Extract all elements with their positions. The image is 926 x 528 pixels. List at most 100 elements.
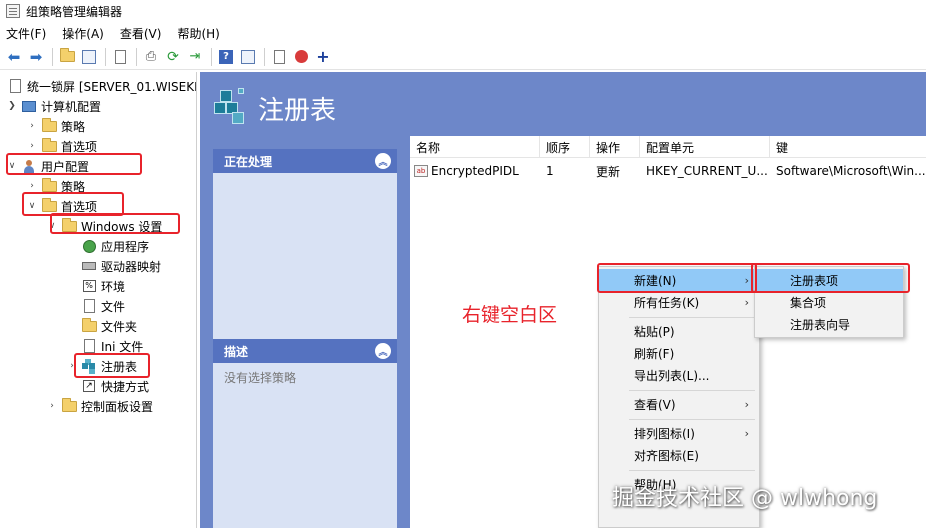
folder-icon <box>41 117 57 133</box>
window-title: 组策略管理编辑器 <box>26 4 123 19</box>
cell-name: ab EncryptedPIDL <box>410 160 540 182</box>
description-panel: 描述 ︽ 没有选择策略 <box>213 339 397 528</box>
column-key[interactable]: 键 <box>770 136 926 158</box>
column-order[interactable]: 顺序 <box>540 136 590 158</box>
tree-computer-policies[interactable]: › 策略 <box>26 116 85 136</box>
delete-button[interactable] <box>291 47 311 67</box>
menu-item-align-icons-label: 对齐图标(E) <box>634 448 699 463</box>
new-item-button[interactable] <box>269 47 289 67</box>
tree-shortcuts[interactable]: ↗ 快捷方式 <box>78 376 149 396</box>
control-panel-icon <box>61 397 77 413</box>
cell-name-text: EncryptedPIDL <box>431 164 519 178</box>
tree-computer-config-label: 计算机配置 <box>41 99 102 114</box>
tree-environment-label: 环境 <box>101 279 126 294</box>
console-tree: 统一锁屏 [SERVER_01.WISEKI ❯ 计算机配置 › 策略 › 首选… <box>0 72 197 528</box>
tree-computer-preferences-label: 首选项 <box>61 139 98 154</box>
chevron-right-icon[interactable]: › <box>26 141 38 151</box>
print-button[interactable]: ⎙ <box>141 47 161 67</box>
folder-icon <box>81 317 97 333</box>
description-text: 没有选择策略 <box>224 371 297 385</box>
cell-order: 1 <box>546 164 554 178</box>
properties-button[interactable] <box>238 47 258 67</box>
annotation-right-click-blank: 右键空白区 <box>462 304 558 326</box>
tree-drive-maps[interactable]: 驱动器映射 <box>78 256 161 276</box>
toolbar-separator <box>52 47 53 66</box>
menu-item-refresh[interactable]: 刷新(F) <box>599 342 759 364</box>
menu-item-all-tasks[interactable]: 所有任务(K) › <box>599 291 759 313</box>
menu-item-view[interactable]: 查看(V) › <box>599 393 759 415</box>
menu-separator <box>629 470 755 471</box>
export-button[interactable]: ⇥ <box>185 47 205 67</box>
cell-action: 更新 <box>596 164 621 179</box>
description-panel-title: 描述 <box>224 344 249 359</box>
chevron-right-icon[interactable]: › <box>26 181 38 191</box>
tree-applications[interactable]: 应用程序 <box>78 236 149 256</box>
column-hive[interactable]: 配置单元 <box>640 136 770 158</box>
collapse-chevron-up-icon[interactable]: ︽ <box>375 343 391 359</box>
submenu-item-registry-wizard-label: 注册表向导 <box>790 317 851 332</box>
highlight-registry <box>74 353 150 378</box>
tree-control-panel[interactable]: › 控制面板设置 <box>46 396 153 416</box>
chevron-down-icon[interactable]: ❯ <box>6 101 18 111</box>
processing-panel-header: 正在处理 ︽ <box>213 149 397 173</box>
clipboard-icon <box>114 49 126 64</box>
tree-folders[interactable]: 文件夹 <box>78 316 137 336</box>
menu-item-export-list[interactable]: 导出列表(L)... <box>599 364 759 386</box>
tree-environment[interactable]: % 环境 <box>78 276 125 296</box>
menu-separator <box>629 317 755 318</box>
menu-separator <box>629 390 755 391</box>
folder-icon <box>41 177 57 193</box>
tree-pane-icon <box>82 49 96 64</box>
menu-item-paste[interactable]: 粘贴(P) <box>599 320 759 342</box>
submenu-item-registry-wizard[interactable]: 注册表向导 <box>755 313 903 335</box>
title-bar: 组策略管理编辑器 <box>0 0 926 22</box>
help-button[interactable]: ? <box>216 47 236 67</box>
applications-icon <box>81 239 97 253</box>
menu-file[interactable]: 文件(F) <box>6 25 46 42</box>
toolbar-separator <box>264 47 265 66</box>
new-document-icon <box>273 49 285 64</box>
drive-icon <box>81 259 97 273</box>
paste-button[interactable] <box>110 47 130 67</box>
registry-large-icon <box>214 88 250 124</box>
plus-icon: + <box>316 47 330 66</box>
chevron-right-icon[interactable]: › <box>26 121 38 131</box>
page-title: 注册表 <box>258 96 337 126</box>
up-folder-button[interactable] <box>57 47 77 67</box>
add-button[interactable]: + <box>313 47 333 67</box>
tree-computer-config[interactable]: ❯ 计算机配置 <box>6 96 101 116</box>
tree-control-panel-label: 控制面板设置 <box>81 399 154 414</box>
cell-hive: HKEY_CURRENT_U... <box>646 164 768 178</box>
submenu-item-collection-item[interactable]: 集合项 <box>755 291 903 313</box>
tree-shortcuts-label: 快捷方式 <box>101 379 150 394</box>
tree-root[interactable]: 统一锁屏 [SERVER_01.WISEKI <box>4 76 196 96</box>
menu-action[interactable]: 操作(A) <box>62 25 104 42</box>
menu-view[interactable]: 查看(V) <box>120 25 162 42</box>
menu-item-arrange-icons[interactable]: 排列图标(I) › <box>599 422 759 444</box>
toolbar-separator <box>105 47 106 66</box>
tree-ini-files-label: Ini 文件 <box>101 339 144 354</box>
show-hide-tree-button[interactable] <box>79 47 99 67</box>
tree-files[interactable]: 文件 <box>78 296 125 316</box>
highlight-user-config <box>6 153 142 175</box>
forward-button[interactable]: ➡ <box>26 47 46 67</box>
forward-arrow-icon: ➡ <box>29 47 43 66</box>
menu-item-refresh-label: 刷新(F) <box>634 346 675 361</box>
folder-icon <box>41 137 57 153</box>
stop-icon <box>294 50 308 63</box>
column-name[interactable]: 名称 <box>410 136 540 158</box>
column-action[interactable]: 操作 <box>590 136 640 158</box>
properties-icon <box>241 49 255 64</box>
back-button[interactable]: ⬅ <box>4 47 24 67</box>
refresh-button[interactable]: ⟳ <box>163 47 183 67</box>
chevron-right-icon: › <box>744 426 749 440</box>
chevron-right-icon: › <box>744 397 749 411</box>
collapse-chevron-up-icon[interactable]: ︽ <box>375 153 391 169</box>
menu-item-all-tasks-label: 所有任务(K) <box>634 295 700 310</box>
menu-item-view-label: 查看(V) <box>634 397 676 412</box>
table-row[interactable]: ab EncryptedPIDL 1 更新 HKEY_CURRENT_U... … <box>410 160 926 182</box>
menu-item-align-icons[interactable]: 对齐图标(E) <box>599 444 759 466</box>
menu-help[interactable]: 帮助(H) <box>177 25 219 42</box>
toolbar: ⬅ ➡ ⎙ ⟳ ⇥ ? + <box>0 44 926 70</box>
chevron-right-icon[interactable]: › <box>46 401 58 411</box>
